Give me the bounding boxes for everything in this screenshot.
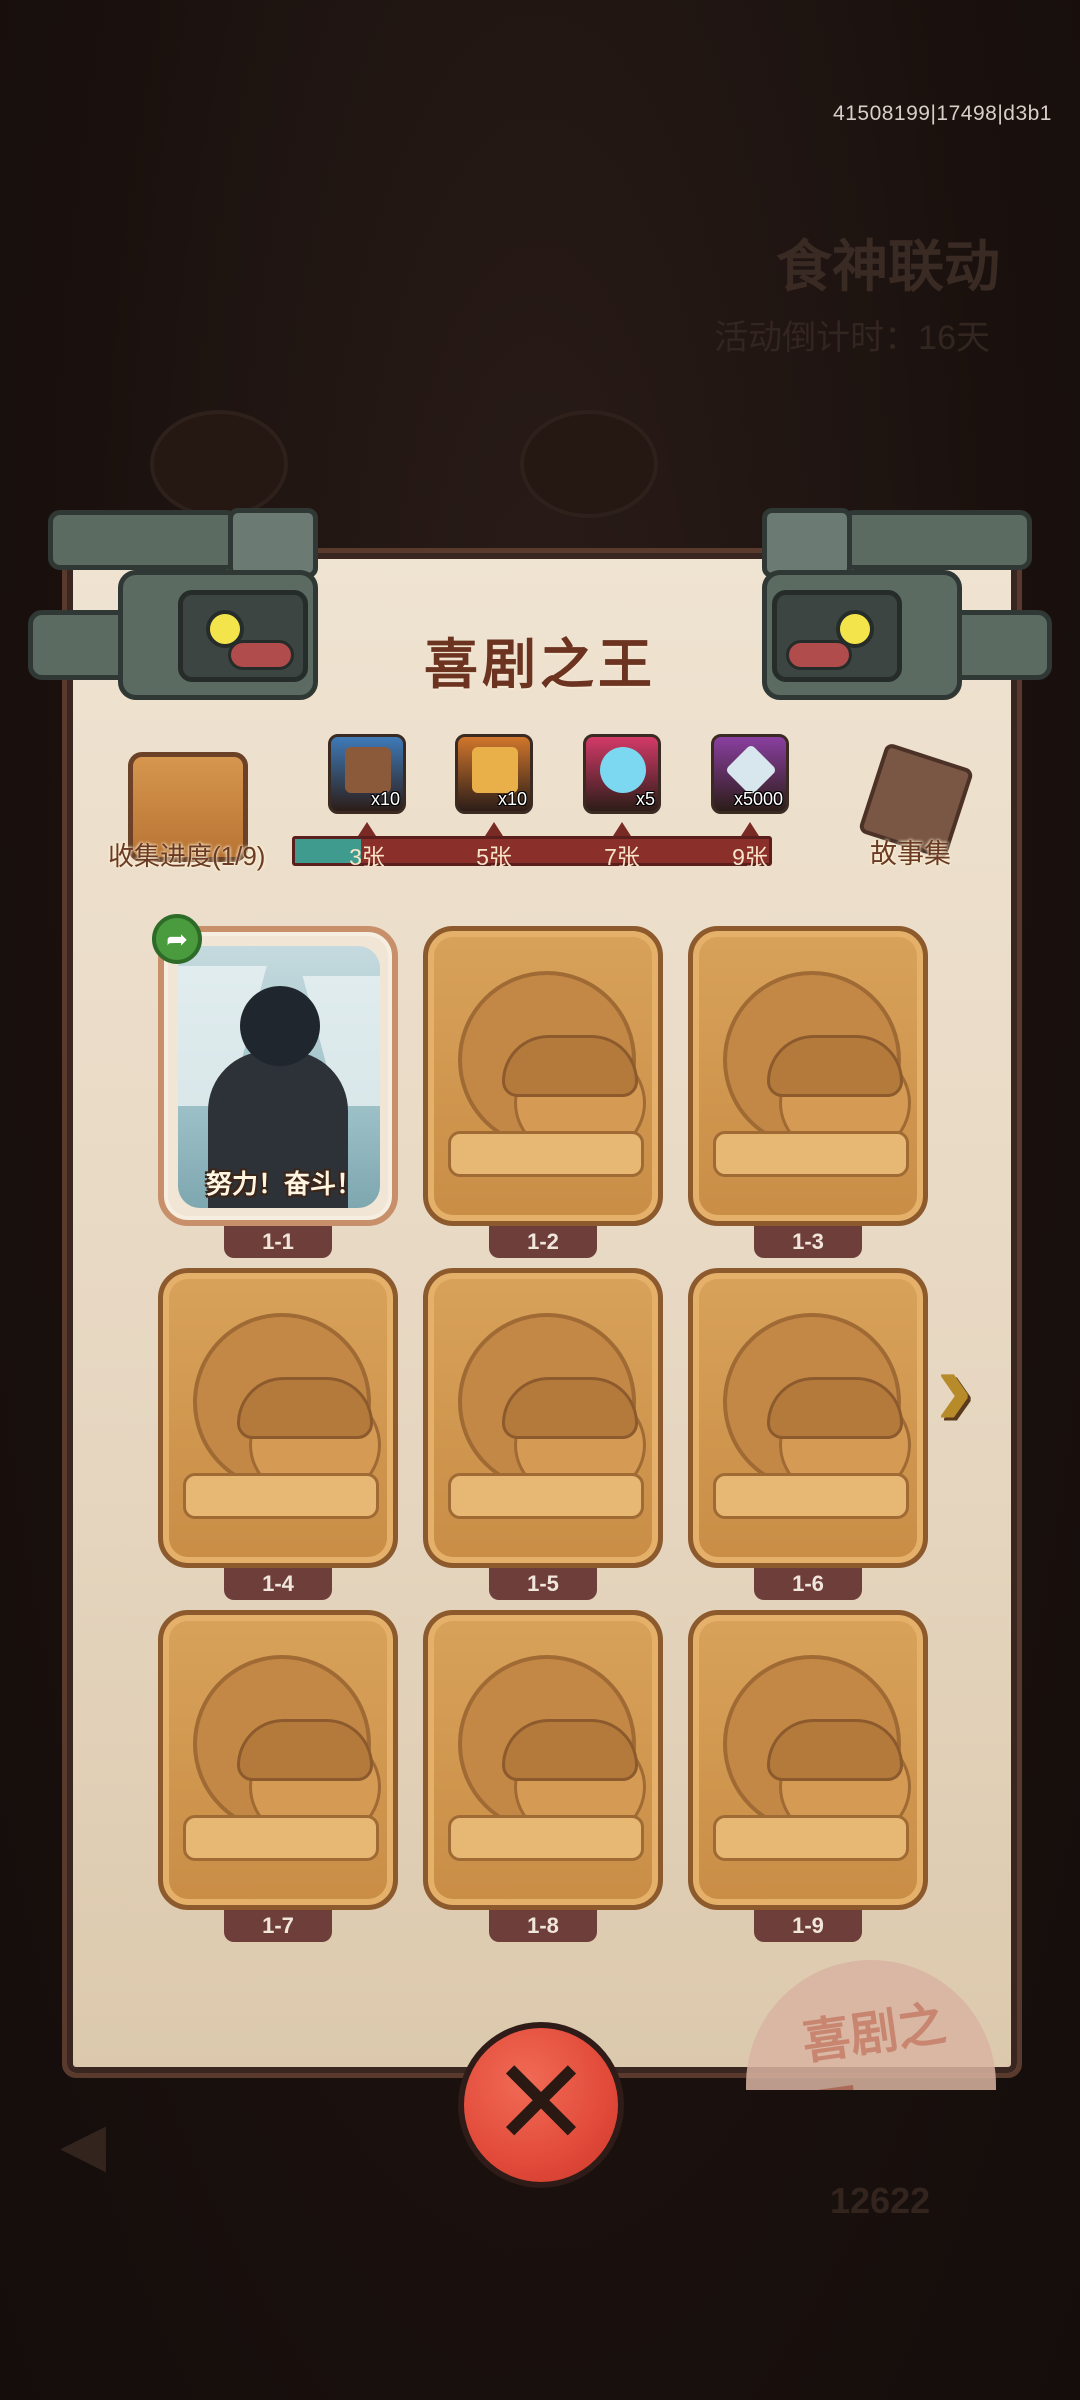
- close-icon: ✕: [490, 2036, 592, 2170]
- card-number-label: 1-7: [224, 1910, 332, 1942]
- reward-2[interactable]: x10: [455, 734, 533, 814]
- card-unlocked[interactable]: 努力！奋斗！: [158, 926, 398, 1226]
- card-caption: 努力！奋斗！: [205, 1169, 362, 1199]
- locked-card-emblem-icon: [723, 1313, 911, 1503]
- locked-card-emblem-icon: [723, 1655, 911, 1845]
- locked-card-emblem-icon: [458, 1655, 646, 1845]
- card-slot-1-4[interactable]: 1-4: [158, 1268, 398, 1600]
- close-button[interactable]: ✕: [458, 2022, 624, 2188]
- locked-card-emblem-icon: [458, 971, 646, 1161]
- card-number-label: 1-3: [754, 1226, 862, 1258]
- tier-label: 3张: [349, 844, 385, 870]
- card-number-label: 1-9: [754, 1910, 862, 1942]
- card-slot-1-8[interactable]: 1-8: [423, 1610, 663, 1942]
- locked-card-emblem-icon: [193, 1313, 381, 1503]
- card-locked[interactable]: [423, 1610, 663, 1910]
- tier-label: 9张: [732, 844, 768, 870]
- bg-dish-icon: [520, 410, 658, 518]
- story-collection-button[interactable]: 故事集: [870, 832, 951, 871]
- reward-count: x5: [635, 789, 655, 809]
- treasure-chest-icon: [345, 747, 391, 793]
- reward-count: x10: [370, 789, 400, 809]
- card-slot-1-9[interactable]: 1-9: [688, 1610, 928, 1942]
- card-slot-1-1[interactable]: 努力！奋斗！ ➦ 1-1: [152, 914, 398, 1258]
- card-number-label: 1-5: [489, 1568, 597, 1600]
- card-locked[interactable]: [688, 1268, 928, 1568]
- tier-marker: [358, 822, 376, 836]
- card-slot-1-3[interactable]: 1-3: [688, 926, 928, 1258]
- locked-card-emblem-icon: [458, 1313, 646, 1503]
- build-id: 41508199|17498|d3b1: [833, 102, 1052, 125]
- seal-lettering: 喜剧之王: [799, 1997, 950, 2090]
- card-number-label: 1-4: [224, 1568, 332, 1600]
- card-locked[interactable]: [423, 1268, 663, 1568]
- tier-marker: [485, 822, 503, 836]
- card-number-label: 1-6: [754, 1568, 862, 1600]
- collect-progress-label: 收集进度(1/9): [108, 841, 266, 871]
- card-slot-1-7[interactable]: 1-7: [158, 1610, 398, 1942]
- card-locked[interactable]: [158, 1610, 398, 1910]
- magic-orb-icon: [600, 747, 646, 793]
- reward-1[interactable]: x10: [328, 734, 406, 814]
- reward-count: x5000: [733, 789, 783, 809]
- card-slot-1-2[interactable]: 1-2: [423, 926, 663, 1258]
- card-locked[interactable]: [158, 1268, 398, 1568]
- reward-3[interactable]: x5: [583, 734, 661, 814]
- card-ribbon: [448, 1473, 644, 1519]
- scroll-ticket-icon: [472, 747, 518, 793]
- next-page-arrow-icon[interactable]: ›: [936, 1333, 1006, 1448]
- share-icon[interactable]: ➦: [152, 914, 202, 964]
- reward-count: x10: [497, 789, 527, 809]
- bg-countdown: 活动倒计时：16天: [714, 319, 990, 357]
- bg-back-arrow-icon: ◀: [60, 2111, 107, 2178]
- reward-4[interactable]: x5000: [711, 734, 789, 814]
- card-ribbon: [713, 1473, 909, 1519]
- tier-label: 7张: [604, 844, 640, 870]
- card-ribbon: [448, 1131, 644, 1177]
- locked-card-emblem-icon: [193, 1655, 381, 1845]
- card-ribbon: [713, 1131, 909, 1177]
- panel-title: 喜剧之王: [424, 635, 656, 695]
- bg-currency-count: 12622: [830, 2180, 931, 2221]
- bg-event-title: 食神联动: [776, 235, 1000, 298]
- card-number-label: 1-8: [489, 1910, 597, 1942]
- card-ribbon: [713, 1815, 909, 1861]
- card-locked[interactable]: [423, 926, 663, 1226]
- card-ribbon: [183, 1815, 379, 1861]
- tier-label: 5张: [476, 844, 512, 870]
- card-slot-1-6[interactable]: 1-6: [688, 1268, 928, 1600]
- card-slot-1-5[interactable]: 1-5: [423, 1268, 663, 1600]
- locked-card-emblem-icon: [723, 971, 911, 1161]
- card-locked[interactable]: [688, 926, 928, 1226]
- card-number-label: 1-2: [489, 1226, 597, 1258]
- card-number-label: 1-1: [224, 1226, 332, 1258]
- tier-marker: [741, 822, 759, 836]
- card-ribbon: [448, 1815, 644, 1861]
- card-ribbon: [183, 1473, 379, 1519]
- card-locked[interactable]: [688, 1610, 928, 1910]
- tier-marker: [613, 822, 631, 836]
